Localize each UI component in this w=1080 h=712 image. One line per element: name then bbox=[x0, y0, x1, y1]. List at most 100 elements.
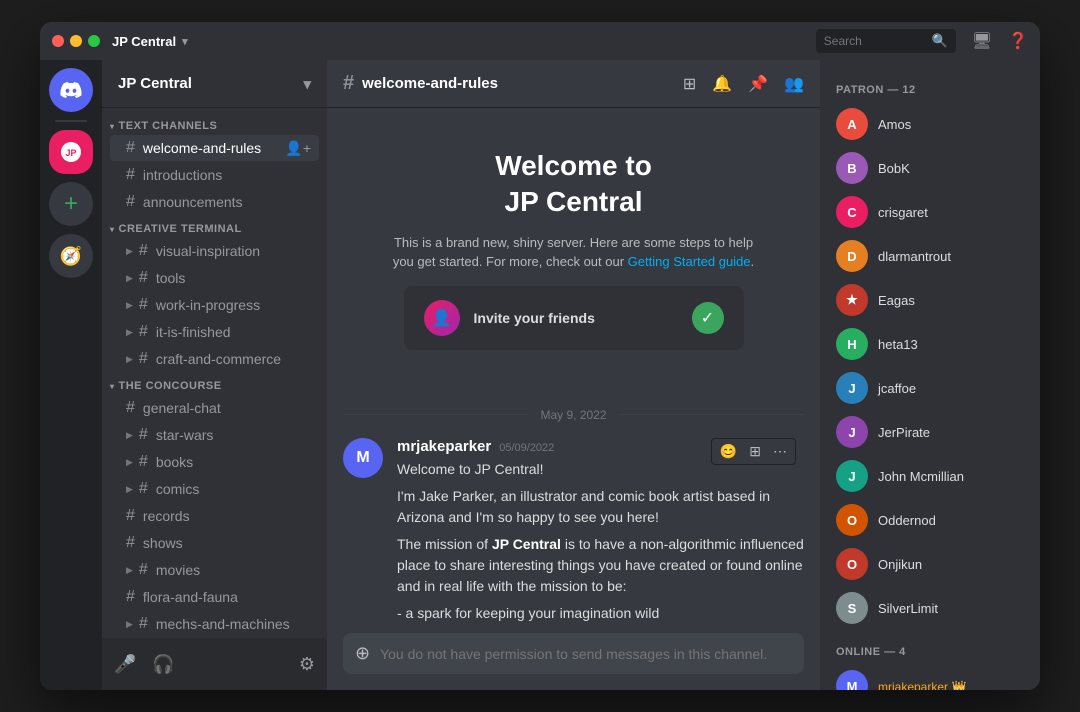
hash-icon: # bbox=[139, 296, 148, 314]
invite-avatar: 👤 bbox=[424, 300, 460, 336]
pin-icon[interactable]: 📌 bbox=[748, 74, 768, 94]
server-list: JP + 🧭 bbox=[40, 60, 102, 690]
channel-visual-inspiration[interactable]: ▶ # visual-inspiration bbox=[110, 238, 319, 264]
help-icon[interactable]: ❓ bbox=[1008, 31, 1028, 51]
section-header-the-concourse[interactable]: ▾ THE CONCOURSE bbox=[102, 376, 327, 394]
attach-icon[interactable]: ⊕ bbox=[355, 643, 370, 664]
members-icon[interactable]: 👥 bbox=[784, 74, 804, 94]
section-header-creative-terminal[interactable]: ▾ CREATIVE TERMINAL bbox=[102, 219, 327, 237]
maximize-button[interactable] bbox=[88, 35, 100, 47]
channel-header: # welcome-and-rules ⊞ 🔔 📌 👥 bbox=[327, 60, 820, 108]
hash-icon: # bbox=[139, 323, 148, 341]
hash-icon: # bbox=[139, 350, 148, 368]
getting-started-link[interactable]: Getting Started guide bbox=[628, 254, 751, 269]
member-avatar: M bbox=[836, 670, 868, 690]
message-para2: The mission of JP Central is to have a n… bbox=[397, 534, 804, 597]
messages-area: Welcome toJP Central This is a brand new… bbox=[327, 108, 820, 621]
member-heta13[interactable]: H heta13 bbox=[828, 322, 1032, 366]
hash-icon: # bbox=[126, 139, 135, 157]
channel-mechs-and-machines[interactable]: ▶ # mechs-and-machines bbox=[110, 611, 319, 637]
search-box[interactable]: 🔍 bbox=[816, 29, 956, 53]
member-avatar: ★ bbox=[836, 284, 868, 316]
channel-craft-and-commerce[interactable]: ▶ # craft-and-commerce bbox=[110, 346, 319, 372]
emoji-react-icon[interactable]: 😊 bbox=[716, 441, 741, 462]
server-icon-discord[interactable] bbox=[49, 68, 93, 112]
welcome-title: Welcome toJP Central bbox=[383, 148, 764, 221]
server-icon-jp[interactable]: JP bbox=[49, 130, 93, 174]
hash-icon: # bbox=[139, 480, 148, 498]
message-avatar: M bbox=[343, 438, 383, 478]
the-concourse-section: ▾ THE CONCOURSE # general-chat ▶ # star-… bbox=[102, 376, 327, 637]
invite-box: 👤 Invite your friends ✓ bbox=[404, 286, 744, 350]
channel-welcome-and-rules[interactable]: # welcome-and-rules 👤+ bbox=[110, 135, 319, 161]
hash-icon: # bbox=[139, 242, 148, 260]
member-crisgaret[interactable]: C crisgaret bbox=[828, 190, 1032, 234]
member-silverlimit[interactable]: S SilverLimit bbox=[828, 586, 1032, 630]
channel-hash-icon: # bbox=[343, 72, 354, 95]
member-mrjakeparker[interactable]: M mrjakeparker 👑 bbox=[828, 664, 1032, 690]
window-controls bbox=[52, 35, 100, 47]
hash-icon: # bbox=[126, 193, 135, 211]
member-avatar: O bbox=[836, 504, 868, 536]
close-button[interactable] bbox=[52, 35, 64, 47]
chevron-down-icon: ▾ bbox=[182, 35, 188, 48]
member-bobk[interactable]: B BobK bbox=[828, 146, 1032, 190]
member-dlarmantrout[interactable]: D dlarmantrout bbox=[828, 234, 1032, 278]
message-author: mrjakeparker bbox=[397, 438, 491, 455]
sidebar-footer: 🎤 🎧 ⚙ bbox=[102, 638, 327, 690]
channel-records[interactable]: # records bbox=[110, 503, 319, 529]
server-name-title: JP Central bbox=[112, 34, 176, 49]
headphones-icon[interactable]: 🎧 bbox=[148, 650, 178, 679]
date-separator: May 9, 2022 bbox=[343, 408, 804, 422]
threads-icon[interactable]: ⊞ bbox=[683, 74, 696, 94]
mic-icon[interactable]: 🎤 bbox=[110, 650, 140, 679]
server-add-button[interactable]: + bbox=[49, 182, 93, 226]
member-avatar: A bbox=[836, 108, 868, 140]
server-menu-chevron: ▾ bbox=[303, 75, 311, 93]
bell-icon[interactable]: 🔔 bbox=[712, 74, 732, 94]
section-header-text-channels[interactable]: ▾ TEXT CHANNELS bbox=[102, 116, 327, 134]
channel-introductions[interactable]: # introductions bbox=[110, 162, 319, 188]
text-channels-section: ▾ TEXT CHANNELS # welcome-and-rules 👤+ #… bbox=[102, 116, 327, 215]
member-jcaffoe[interactable]: J jcaffoe bbox=[828, 366, 1032, 410]
svg-text:JP: JP bbox=[65, 148, 76, 158]
channel-books[interactable]: ▶ # books bbox=[110, 449, 319, 475]
channel-general-chat[interactable]: # general-chat bbox=[110, 395, 319, 421]
settings-icon[interactable]: ⚙ bbox=[295, 650, 319, 679]
hash-icon: # bbox=[139, 453, 148, 471]
member-avatar: J bbox=[836, 372, 868, 404]
member-oddernod[interactable]: O Oddernod bbox=[828, 498, 1032, 542]
creative-terminal-section: ▾ CREATIVE TERMINAL ▶ # visual-inspirati… bbox=[102, 219, 327, 372]
more-actions-icon[interactable]: ⋯ bbox=[769, 441, 791, 462]
channel-work-in-progress[interactable]: ▶ # work-in-progress bbox=[110, 292, 319, 318]
member-john-mcmillian[interactable]: J John Mcmillian bbox=[828, 454, 1032, 498]
add-member-icon[interactable]: 👤+ bbox=[285, 140, 311, 157]
channel-movies[interactable]: ▶ # movies bbox=[110, 557, 319, 583]
member-amos[interactable]: A Amos bbox=[828, 102, 1032, 146]
channel-announcements[interactable]: # announcements bbox=[110, 189, 319, 215]
channel-star-wars[interactable]: ▶ # star-wars bbox=[110, 422, 319, 448]
channel-flora-and-fauna[interactable]: # flora-and-fauna bbox=[110, 584, 319, 610]
server-divider bbox=[55, 120, 87, 122]
server-explore-button[interactable]: 🧭 bbox=[49, 234, 93, 278]
channel-comics[interactable]: ▶ # comics bbox=[110, 476, 319, 502]
member-avatar: J bbox=[836, 416, 868, 448]
member-avatar: S bbox=[836, 592, 868, 624]
add-reaction-icon[interactable]: ⊞ bbox=[745, 441, 765, 462]
server-name-sidebar[interactable]: JP Central ▾ bbox=[102, 60, 327, 108]
channel-shows[interactable]: # shows bbox=[110, 530, 319, 556]
desktop-icon[interactable]: 🖥 bbox=[972, 31, 992, 51]
member-onjikun[interactable]: O Onjikun bbox=[828, 542, 1032, 586]
member-eagas[interactable]: ★ Eagas bbox=[828, 278, 1032, 322]
hash-icon: # bbox=[139, 269, 148, 287]
member-avatar: C bbox=[836, 196, 868, 228]
member-avatar: O bbox=[836, 548, 868, 580]
channel-tools[interactable]: ▶ # tools bbox=[110, 265, 319, 291]
minimize-button[interactable] bbox=[70, 35, 82, 47]
invite-check-icon: ✓ bbox=[692, 302, 724, 334]
member-jerpirate[interactable]: J JerPirate bbox=[828, 410, 1032, 454]
channel-it-is-finished[interactable]: ▶ # it-is-finished bbox=[110, 319, 319, 345]
search-input[interactable] bbox=[824, 34, 926, 48]
collapse-arrow: ▾ bbox=[110, 382, 115, 391]
member-avatar: B bbox=[836, 152, 868, 184]
